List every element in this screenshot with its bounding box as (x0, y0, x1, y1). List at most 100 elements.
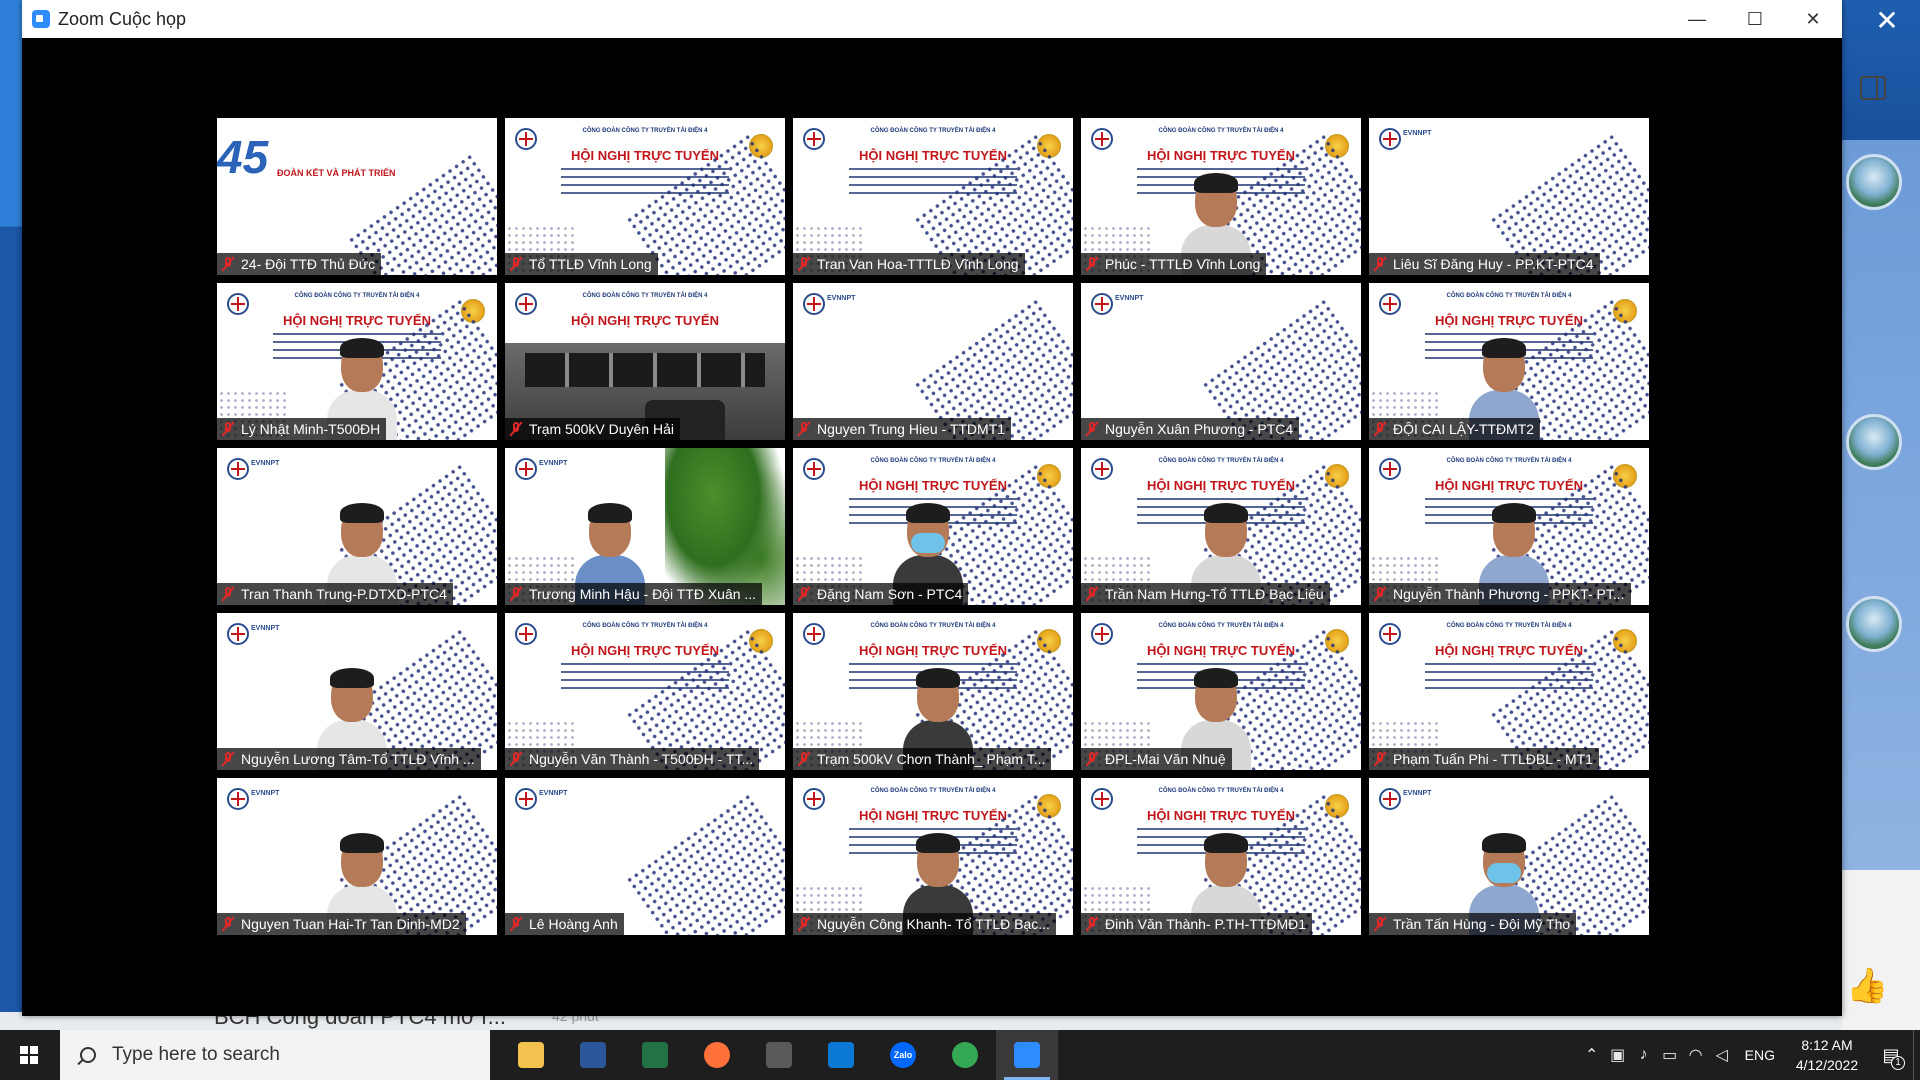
participant-video-tile[interactable]: EVNNPT Trương Minh Hậu - Đội TTĐ Xuân ... (505, 448, 785, 605)
taskbar-clock[interactable]: 8:12 AM 4/12/2022 (1785, 1035, 1869, 1075)
participant-video-tile[interactable]: EVNNPT Liêu Sĩ Đăng Huy - PP.KT-PTC4 (1369, 118, 1649, 275)
participant-name: Liêu Sĩ Đăng Huy - PP.KT-PTC4 (1393, 256, 1594, 272)
participant-video-tile[interactable]: CÔNG ĐOÀN CÔNG TY TRUYỀN TẢI ĐIỆN 4 HỘI N… (793, 778, 1073, 935)
clock-time: 8:12 AM (1801, 1037, 1853, 1053)
participant-video-tile[interactable]: EVNNPT Nguyen Trung Hieu - TTDMT1 (793, 283, 1073, 440)
taskbar-app-excel[interactable] (624, 1030, 686, 1080)
mic-muted-icon (1373, 751, 1387, 767)
mic-muted-icon (1085, 751, 1099, 767)
maximize-button[interactable]: ☐ (1726, 0, 1784, 38)
show-desktop-button[interactable] (1913, 1030, 1920, 1080)
participant-video-tile[interactable]: CÔNG ĐOÀN CÔNG TY TRUYỀN TẢI ĐIỆN 4 HỘI N… (505, 613, 785, 770)
taskbar-app-media-app[interactable] (748, 1030, 810, 1080)
mic-muted-icon (1373, 586, 1387, 602)
taskbar-apps: Zalo (500, 1030, 1058, 1080)
evn-logo-icon (803, 623, 825, 645)
participant-video-tile[interactable]: CÔNG ĐOÀN CÔNG TY TRUYỀN TẢI ĐIỆN 4 HỘI N… (1369, 448, 1649, 605)
participant-video-tile[interactable]: CÔNG ĐOÀN CÔNG TY TRUYỀN TẢI ĐIỆN 4 HỘI N… (505, 118, 785, 275)
avatar[interactable] (1846, 596, 1902, 652)
mic-muted-icon (1085, 916, 1099, 932)
participant-video-tile[interactable]: CÔNG ĐOÀN CÔNG TY TRUYỀN TẢI ĐIỆN 4 HỘI N… (1081, 778, 1361, 935)
slide-header: CÔNG ĐOÀN CÔNG TY TRUYỀN TẢI ĐIỆN 4 (870, 458, 996, 464)
zalo-icon: Zalo (890, 1042, 916, 1068)
mic-muted-icon (797, 586, 811, 602)
participant-video-tile[interactable]: CÔNG ĐOÀN CÔNG TY TRUYỀN TẢI ĐIỆN 4 HỘI N… (793, 448, 1073, 605)
evn-logo-text: EVNNPT (1403, 130, 1432, 137)
zoom-meeting-window: Zoom Cuộc họp — ☐ ✕ 45 ĐOÀN KẾT VÀ PHÁT T… (22, 0, 1842, 1016)
participant-video-tile[interactable]: CÔNG ĐOÀN CÔNG TY TRUYỀN TẢI ĐIỆN 4 HỘI N… (505, 283, 785, 440)
close-button[interactable]: ✕ (1784, 0, 1842, 38)
wifi-icon[interactable]: ◠ (1683, 1045, 1709, 1065)
mic-muted-icon (221, 421, 235, 437)
participant-video-tile[interactable]: EVNNPT Tran Thanh Trung-P.DTXD-PTC4 (217, 448, 497, 605)
desktop-left-edge (0, 0, 22, 1030)
person-hair (916, 833, 960, 853)
participant-name-bar: Nguyễn Văn Thành - T500ĐH - TT... (505, 748, 760, 770)
thumbs-up-icon[interactable]: 👍 (1846, 966, 1888, 1006)
participant-video-tile[interactable]: CÔNG ĐOÀN CÔNG TY TRUYỀN TẢI ĐIỆN 4 HỘI N… (1369, 283, 1649, 440)
window-controls: — ☐ ✕ (1668, 0, 1842, 38)
firefox-icon (704, 1042, 730, 1068)
participant-video-tile[interactable]: EVNNPT Trần Tấn Hùng - Đội Mỹ Tho (1369, 778, 1649, 935)
face-mask (911, 533, 945, 553)
participant-video-tile[interactable]: CÔNG ĐOÀN CÔNG TY TRUYỀN TẢI ĐIỆN 4 HỘI N… (1081, 448, 1361, 605)
participant-video-tile[interactable]: EVNNPT Nguyen Tuan Hai-Tr Tan Dinh-MD2 (217, 778, 497, 935)
start-button[interactable] (0, 1030, 58, 1080)
media-app-icon (766, 1042, 792, 1068)
participant-name: Nguyễn Thành Phương - PPKT- PT... (1393, 586, 1625, 602)
side-panel-icon[interactable] (1860, 76, 1886, 100)
participant-name: Trương Minh Hậu - Đội TTĐ Xuân ... (529, 586, 757, 602)
mic-muted-icon (1085, 421, 1099, 437)
participant-video-tile[interactable]: 45 ĐOÀN KẾT VÀ PHÁT TRIỂN 24- Đội TTĐ Thủ … (217, 118, 497, 275)
evn-logo-text: EVNNPT (1115, 295, 1144, 302)
window-title: Zoom Cuộc họp (58, 8, 187, 29)
desktop: ✕ 👍 BCH Công đoàn PTC4 mở r... 42 phút Z… (0, 0, 1920, 1080)
taskbar-app-word[interactable] (562, 1030, 624, 1080)
slide-header: CÔNG ĐOÀN CÔNG TY TRUYỀN TẢI ĐIỆN 4 (1158, 128, 1284, 134)
system-tray: ⌃ ▣ ♪ ▭ ◠ ◁ ENG 8:12 AM 4/12/2022 ▤ 1 (1579, 1030, 1920, 1080)
network-status-icon[interactable]: ▣ (1605, 1045, 1631, 1065)
participant-video-tile[interactable]: CÔNG ĐOÀN CÔNG TY TRUYỀN TẢI ĐIỆN 4 HỘI N… (1369, 613, 1649, 770)
avatar[interactable] (1846, 154, 1902, 210)
plant-shape (665, 448, 785, 605)
participant-name-bar: Nguyễn Thành Phương - PPKT- PT... (1369, 583, 1631, 605)
participant-name: Trần Tấn Hùng - Đội Mỹ Tho (1393, 916, 1571, 932)
person-hair (330, 668, 374, 688)
volume-icon[interactable]: ◁ (1709, 1045, 1735, 1065)
taskbar-search-box[interactable]: Type here to search (60, 1030, 490, 1080)
participant-video-tile[interactable]: EVNNPT Nguyễn Lương Tâm-Tổ TTLĐ Vĩnh ... (217, 613, 497, 770)
battery-icon[interactable]: ▭ (1657, 1045, 1683, 1065)
evn-logo-text: EVNNPT (251, 790, 280, 797)
language-indicator[interactable]: ENG (1745, 1047, 1775, 1063)
participant-video-tile[interactable]: CÔNG ĐOÀN CÔNG TY TRUYỀN TẢI ĐIỆN 4 HỘI N… (1081, 118, 1361, 275)
taskbar-app-chrome[interactable] (934, 1030, 996, 1080)
participant-video-tile[interactable]: CÔNG ĐOÀN CÔNG TY TRUYỀN TẢI ĐIỆN 4 HỘI N… (793, 613, 1073, 770)
participant-video-tile[interactable]: EVNNPT Nguyễn Xuân Phương - PTC4 (1081, 283, 1361, 440)
participant-video-tile[interactable]: CÔNG ĐOÀN CÔNG TY TRUYỀN TẢI ĐIỆN 4 HỘI N… (793, 118, 1073, 275)
avatar[interactable] (1846, 414, 1902, 470)
taskbar-app-zalo[interactable]: Zalo (872, 1030, 934, 1080)
participant-name: Phúc - TTTLĐ Vĩnh Long (1105, 256, 1261, 272)
background-close-icon[interactable]: ✕ (1872, 6, 1902, 36)
chrome-icon (952, 1042, 978, 1068)
evn-logo-icon (1091, 623, 1113, 645)
participant-name-bar: Lý Nhật Minh-T500ĐH (217, 418, 387, 440)
window-titlebar[interactable]: Zoom Cuộc họp — ☐ ✕ (22, 0, 1842, 38)
minimize-button[interactable]: — (1668, 0, 1726, 38)
notification-center-icon[interactable]: ▤ 1 (1869, 1045, 1913, 1070)
taskbar-app-firefox[interactable] (686, 1030, 748, 1080)
slide-header: CÔNG ĐOÀN CÔNG TY TRUYỀN TẢI ĐIỆN 4 (1446, 458, 1572, 464)
evn-logo-icon (803, 293, 825, 315)
evn-logo-icon (1379, 788, 1401, 810)
participant-video-tile[interactable]: CÔNG ĐOÀN CÔNG TY TRUYỀN TẢI ĐIỆN 4 HỘI N… (217, 283, 497, 440)
chevron-up-icon[interactable]: ⌃ (1579, 1045, 1605, 1065)
taskbar-app-file-explorer[interactable] (500, 1030, 562, 1080)
taskbar-app-mail[interactable] (810, 1030, 872, 1080)
person-hair (1492, 503, 1536, 523)
microphone-icon[interactable]: ♪ (1631, 1046, 1657, 1064)
participant-video-tile[interactable]: EVNNPT Lê Hoàng Anh (505, 778, 785, 935)
taskbar-app-zoom[interactable] (996, 1030, 1058, 1080)
mic-muted-icon (1085, 256, 1099, 272)
person-hair (340, 833, 384, 853)
participant-video-tile[interactable]: CÔNG ĐOÀN CÔNG TY TRUYỀN TẢI ĐIỆN 4 HỘI N… (1081, 613, 1361, 770)
